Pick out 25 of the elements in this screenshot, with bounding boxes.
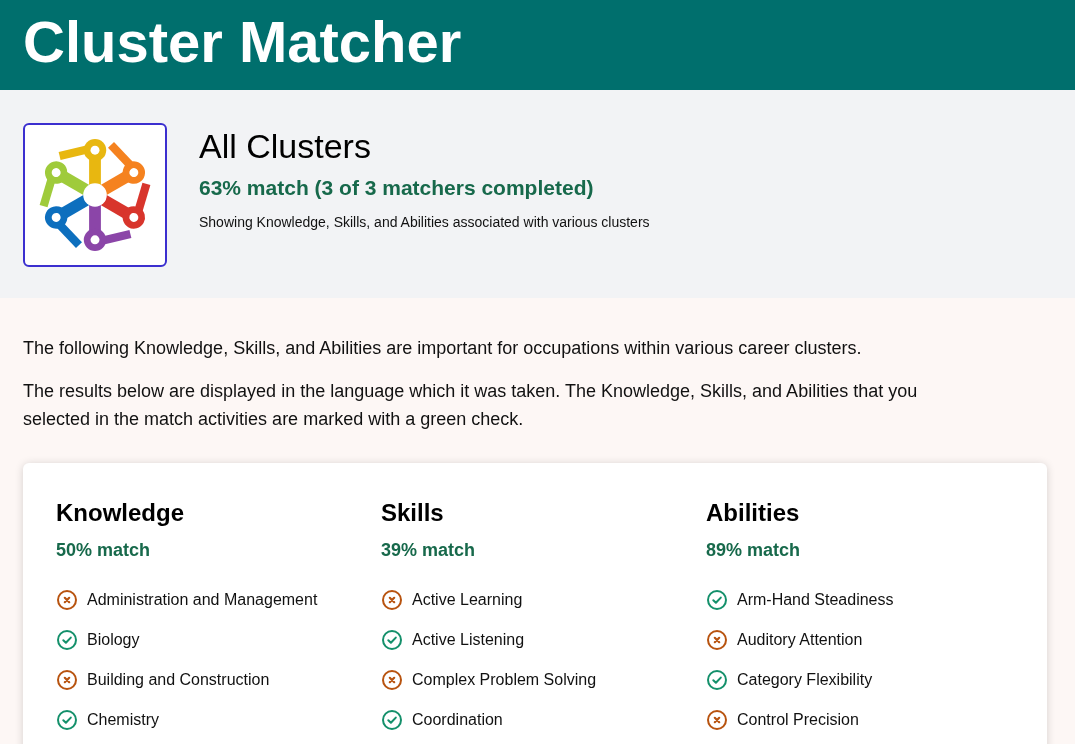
- item-label: Category Flexibility: [737, 670, 873, 690]
- page-title: Cluster Matcher: [23, 13, 462, 71]
- network-logo-icon: [23, 123, 167, 267]
- item-label: Complex Problem Solving: [412, 670, 597, 690]
- intro-paragraph: The following Knowledge, Skills, and Abilities are important for occupations within various career clusters.: [23, 337, 863, 360]
- cluster-title: All Clusters: [199, 126, 372, 166]
- category-match: 50% match: [56, 539, 152, 562]
- category-heading: Abilities: [706, 498, 801, 528]
- category-heading: Knowledge: [56, 498, 185, 528]
- cluster-description: Showing Knowledge, Skills, and Abilities associated with various clusters: [199, 213, 650, 232]
- item-label: Administration and Management: [87, 590, 318, 610]
- item-label: Coordination: [412, 710, 503, 730]
- item-label: Chemistry: [87, 710, 159, 730]
- item-label: Auditory Attention: [737, 630, 863, 650]
- item-label: Active Learning: [412, 590, 523, 610]
- category-match: 89% match: [706, 539, 802, 562]
- item-label: Biology: [87, 630, 140, 650]
- match-summary: 63% match (3 of 3 matchers completed): [199, 175, 595, 201]
- intro-paragraph: The results below are displayed in the language which it was taken. The Knowledge, Skills, and Abilities that you selected in the match activities are marked with a green check.: [23, 380, 919, 431]
- item-label: Arm-Hand Steadiness: [737, 590, 894, 610]
- item-label: Building and Construction: [87, 670, 270, 690]
- item-label: Control Precision: [737, 710, 859, 730]
- item-label: Active Listening: [412, 630, 525, 650]
- category-match: 39% match: [381, 539, 477, 562]
- category-heading: Skills: [381, 498, 445, 528]
